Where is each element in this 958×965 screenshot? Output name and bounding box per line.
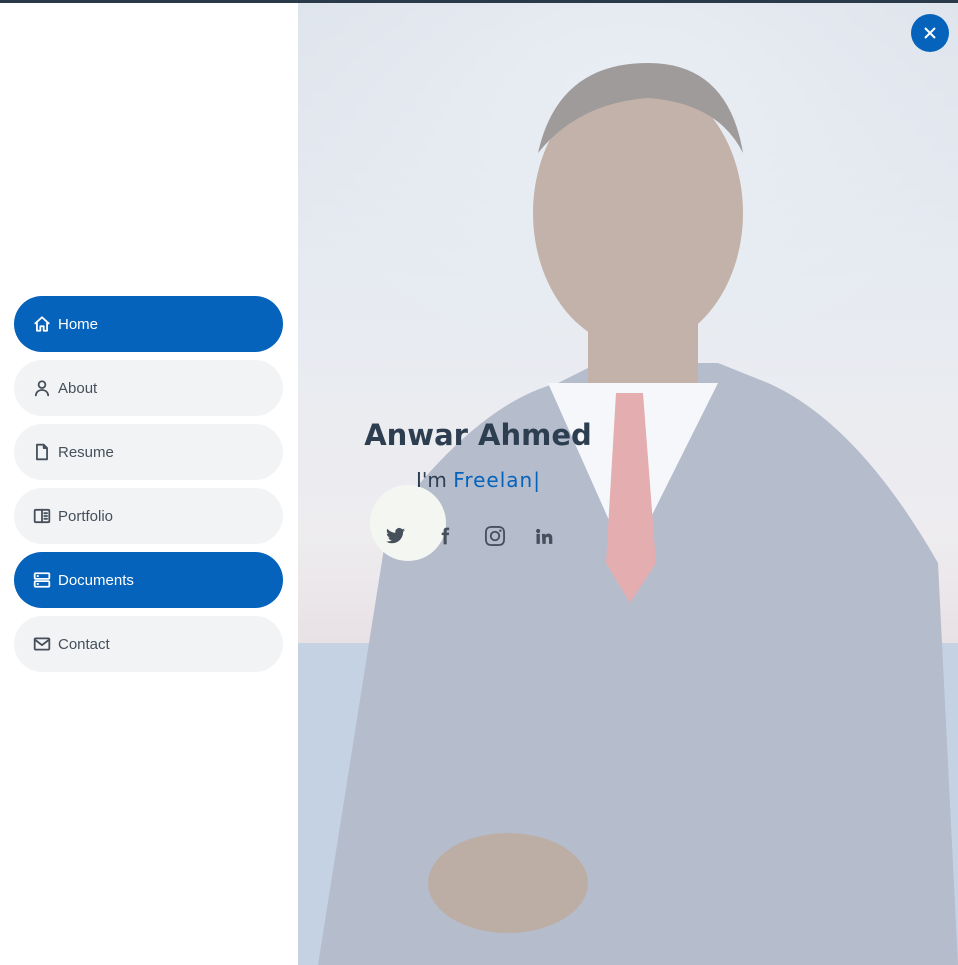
nav-item-documents[interactable]: Documents xyxy=(14,552,283,608)
envelope-icon xyxy=(32,634,52,654)
nav-label-portfolio: Portfolio xyxy=(58,507,114,525)
close-menu-button[interactable] xyxy=(911,14,949,52)
hero-role: I'm Freelan| xyxy=(298,468,658,492)
nav-item-contact[interactable]: Contact xyxy=(14,616,283,672)
nav-item-portfolio[interactable]: Portfolio xyxy=(14,488,283,544)
social-links xyxy=(380,522,560,550)
nav-label-about: About xyxy=(58,379,98,397)
hero-name: Anwar Ahmed xyxy=(364,418,592,452)
instagram-icon[interactable] xyxy=(479,522,511,550)
linkedin-icon[interactable] xyxy=(528,522,560,550)
server-icon xyxy=(32,570,52,590)
book-half-icon xyxy=(32,506,52,526)
user-icon xyxy=(32,378,52,398)
nav-label-documents: Documents xyxy=(58,571,134,589)
typing-cursor: | xyxy=(533,468,540,492)
nav-item-home[interactable]: Home xyxy=(14,296,283,352)
nav-item-about[interactable]: About xyxy=(14,360,283,416)
nav-item-resume[interactable]: Resume xyxy=(14,424,283,480)
nav-label-contact: Contact xyxy=(58,635,110,653)
close-icon xyxy=(924,27,936,39)
nav-label-home: Home xyxy=(58,315,99,333)
home-icon xyxy=(32,314,52,334)
mobile-nav-menu: Home About Resume Portfolio Documents Co… xyxy=(14,296,283,680)
twitter-icon[interactable] xyxy=(380,522,412,550)
role-typed-text: Freelan xyxy=(453,468,534,492)
facebook-icon[interactable] xyxy=(429,522,461,550)
role-prefix: I'm xyxy=(416,468,447,492)
file-icon xyxy=(32,442,52,462)
nav-label-resume: Resume xyxy=(58,443,114,461)
